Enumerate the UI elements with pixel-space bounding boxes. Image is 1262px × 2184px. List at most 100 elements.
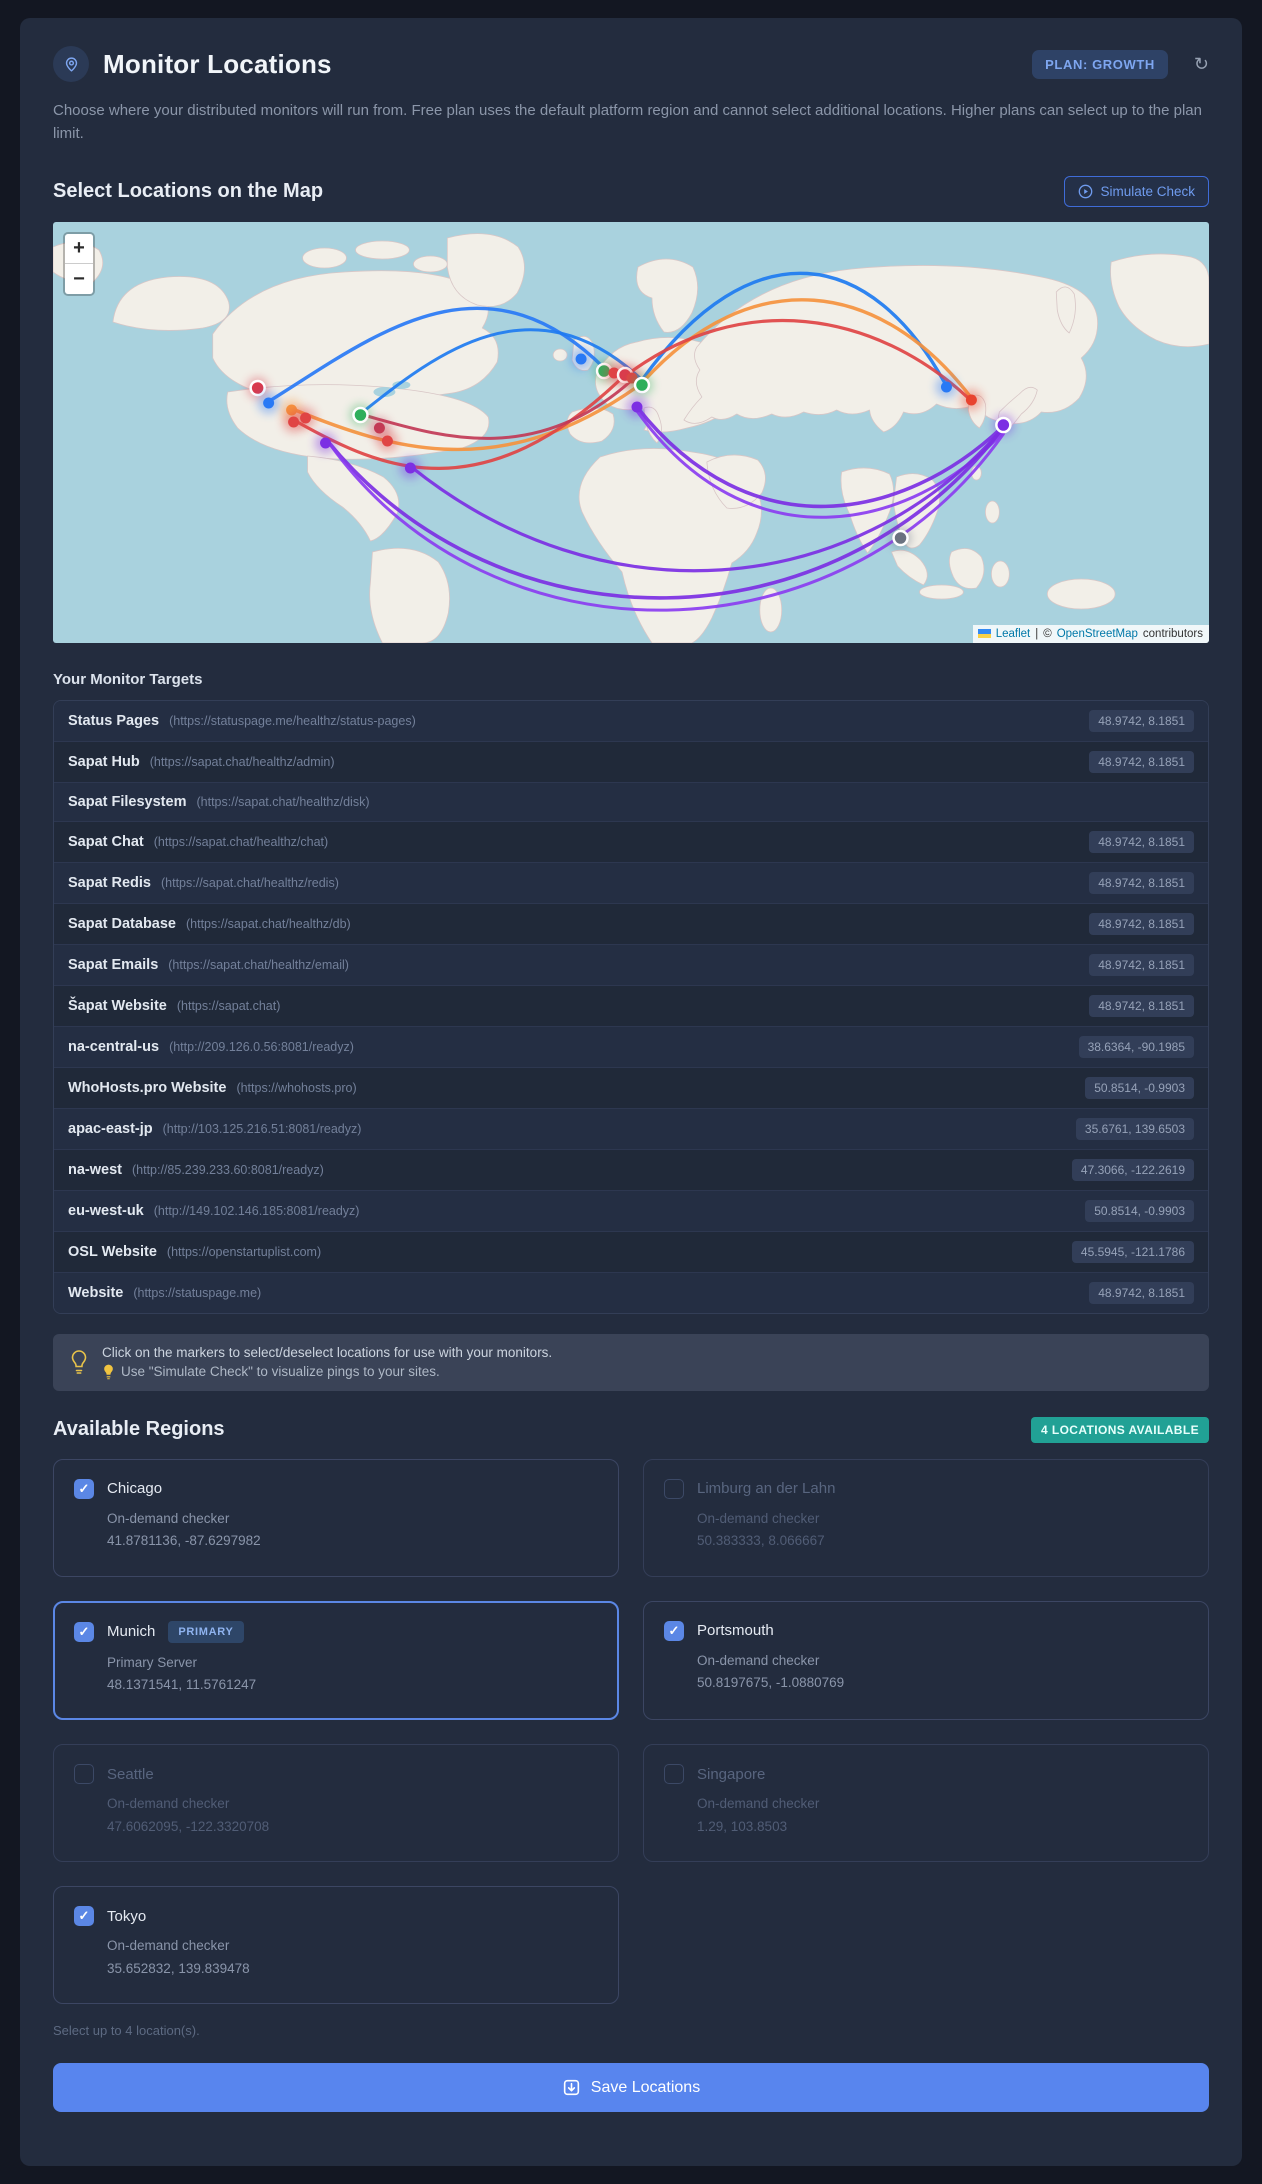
zoom-out-button[interactable]: − bbox=[65, 263, 93, 294]
region-name: Portsmouth bbox=[697, 1622, 774, 1639]
map-marker[interactable] bbox=[631, 401, 643, 412]
region-type: On-demand checker bbox=[697, 1796, 820, 1812]
target-url: (https://sapat.chat/healthz/email) bbox=[168, 957, 349, 972]
map-marker[interactable] bbox=[965, 394, 977, 405]
target-name: Sapat Filesystem bbox=[68, 793, 187, 810]
region-card[interactable]: Munich PRIMARY Primary Server 48.1371541… bbox=[53, 1600, 619, 1721]
targets-heading: Your Monitor Targets bbox=[53, 670, 203, 688]
region-card[interactable]: Seattle On-demand checker 47.6062095, -1… bbox=[53, 1744, 619, 1863]
target-coordinates-badge: 48.9742, 8.1851 bbox=[1089, 912, 1194, 935]
target-coordinates-badge: 48.9742, 8.1851 bbox=[1089, 953, 1194, 976]
target-url: (https://openstartuplist.com) bbox=[166, 1244, 322, 1259]
region-card[interactable]: Tokyo On-demand checker 35.652832, 139.8… bbox=[53, 1886, 619, 2005]
region-card[interactable]: Singapore On-demand checker 1.29, 103.85… bbox=[643, 1744, 1209, 1863]
table-row: na-west (http://85.239.233.60:8081/ready… bbox=[54, 1148, 1208, 1190]
region-coordinates: 48.1371541, 11.5761247 bbox=[107, 1677, 257, 1693]
target-name: Sapat Chat bbox=[68, 833, 144, 850]
region-coordinates: 35.652832, 139.839478 bbox=[107, 1961, 250, 1977]
map-marker[interactable] bbox=[575, 353, 587, 364]
target-url: (https://sapat.chat/healthz/admin) bbox=[149, 754, 335, 769]
save-locations-button[interactable]: Save Locations bbox=[53, 2063, 1209, 2113]
target-url: (http://149.102.146.185:8081/readyz) bbox=[153, 1203, 360, 1218]
map-marker[interactable] bbox=[381, 435, 393, 446]
lightbulb-icon bbox=[71, 1350, 87, 1374]
target-coordinates-badge: 35.6761, 139.6503 bbox=[1075, 1117, 1194, 1140]
target-coordinates-badge: 48.9742, 8.1851 bbox=[1089, 750, 1194, 773]
target-url: (https://sapat.chat/healthz/disk) bbox=[196, 794, 370, 809]
map-marker[interactable] bbox=[249, 379, 266, 396]
map-marker[interactable] bbox=[940, 381, 952, 392]
target-coordinates-badge: 45.5945, -121.1786 bbox=[1071, 1240, 1194, 1263]
region-card[interactable]: Chicago On-demand checker 41.8781136, -8… bbox=[53, 1458, 619, 1577]
target-coordinates-badge: 48.9742, 8.1851 bbox=[1089, 830, 1194, 853]
map-attribution: Leaflet | © OpenStreetMap contributors bbox=[972, 624, 1209, 643]
target-coordinates-badge: 48.9742, 8.1851 bbox=[1089, 709, 1194, 732]
region-checkbox[interactable] bbox=[664, 1764, 684, 1785]
map-marker[interactable] bbox=[633, 376, 651, 393]
target-name: Sapat Redis bbox=[68, 874, 151, 891]
table-row: Šapat Website (https://sapat.chat) 48.97… bbox=[54, 984, 1208, 1026]
map-marker[interactable] bbox=[300, 412, 312, 423]
target-coordinates-badge: 47.3066, -122.2619 bbox=[1071, 1158, 1194, 1181]
map-marker[interactable] bbox=[404, 462, 416, 473]
target-url: (https://sapat.chat/healthz/db) bbox=[186, 916, 351, 931]
region-type: On-demand checker bbox=[107, 1510, 230, 1526]
target-url: (https://whohosts.pro) bbox=[236, 1080, 357, 1095]
target-name: Sapat Database bbox=[68, 915, 176, 932]
target-name: WhoHosts.pro Website bbox=[68, 1079, 227, 1096]
map-zoom-control: + − bbox=[63, 231, 95, 296]
region-card[interactable]: Limburg an der Lahn On-demand checker 50… bbox=[643, 1458, 1209, 1577]
world-map[interactable]: + − Leaflet | © OpenStreetMap contributo… bbox=[53, 221, 1209, 643]
region-coordinates: 47.6062095, -122.3320708 bbox=[107, 1819, 270, 1835]
ukraine-flag-icon bbox=[977, 629, 991, 638]
target-coordinates-badge: 48.9742, 8.1851 bbox=[1089, 1281, 1194, 1304]
leaflet-link[interactable]: Leaflet bbox=[996, 628, 1031, 640]
region-checkbox[interactable] bbox=[664, 1620, 684, 1641]
region-type: On-demand checker bbox=[697, 1510, 820, 1526]
region-coordinates: 1.29, 103.8503 bbox=[697, 1819, 788, 1835]
target-url: (https://sapat.chat) bbox=[176, 998, 281, 1013]
play-circle-icon bbox=[1079, 184, 1093, 198]
refresh-icon[interactable]: ↻ bbox=[1194, 54, 1209, 75]
target-name: apac-east-jp bbox=[68, 1120, 153, 1137]
map-marker[interactable] bbox=[892, 529, 909, 546]
map-marker[interactable] bbox=[320, 437, 332, 448]
target-url: (https://statuspage.me/healthz/status-pa… bbox=[169, 713, 416, 728]
locations-available-badge: 4 LOCATIONS AVAILABLE bbox=[1031, 1416, 1209, 1443]
region-checkbox[interactable] bbox=[74, 1478, 94, 1499]
tip-line-1: Click on the markers to select/deselect … bbox=[102, 1344, 553, 1360]
map-marker[interactable] bbox=[352, 406, 369, 423]
table-row: Sapat Emails (https://sapat.chat/healthz… bbox=[54, 943, 1208, 985]
save-icon bbox=[563, 2080, 579, 2096]
table-row: Sapat Filesystem (https://sapat.chat/hea… bbox=[54, 781, 1208, 821]
table-row: Sapat Redis (https://sapat.chat/healthz/… bbox=[54, 861, 1208, 903]
target-coordinates-badge: 48.9742, 8.1851 bbox=[1089, 994, 1194, 1017]
region-type: On-demand checker bbox=[107, 1938, 230, 1954]
map-marker[interactable] bbox=[995, 416, 1012, 433]
targets-list: Status Pages (https://statuspage.me/heal… bbox=[53, 699, 1209, 1314]
region-name: Limburg an der Lahn bbox=[697, 1480, 836, 1497]
region-name: Singapore bbox=[697, 1765, 766, 1783]
target-name: eu-west-uk bbox=[68, 1202, 144, 1219]
simulate-check-button[interactable]: Simulate Check bbox=[1064, 175, 1209, 207]
region-checkbox[interactable] bbox=[74, 1764, 94, 1785]
table-row: Status Pages (https://statuspage.me/heal… bbox=[54, 700, 1208, 741]
target-url: (https://sapat.chat/healthz/redis) bbox=[161, 875, 339, 890]
region-checkbox[interactable] bbox=[74, 1621, 94, 1642]
region-name: Chicago bbox=[107, 1480, 163, 1497]
target-name: Website bbox=[68, 1284, 124, 1301]
region-name: Munich bbox=[107, 1623, 156, 1640]
target-name: na-west bbox=[68, 1161, 122, 1178]
selection-limit-note: Select up to 4 location(s). bbox=[53, 2023, 200, 2039]
region-coordinates: 50.8197675, -1.0880769 bbox=[697, 1675, 845, 1691]
map-marker[interactable] bbox=[263, 397, 275, 408]
region-card[interactable]: Portsmouth On-demand checker 50.8197675,… bbox=[643, 1600, 1209, 1721]
region-checkbox[interactable] bbox=[74, 1906, 94, 1927]
table-row: Sapat Chat (https://sapat.chat/healthz/c… bbox=[54, 820, 1208, 862]
zoom-in-button[interactable]: + bbox=[65, 233, 93, 264]
region-type: On-demand checker bbox=[107, 1796, 230, 1812]
openstreetmap-link[interactable]: OpenStreetMap bbox=[1057, 628, 1138, 640]
region-checkbox[interactable] bbox=[664, 1478, 684, 1499]
target-coordinates-badge: 38.6364, -90.1985 bbox=[1078, 1035, 1194, 1058]
target-name: Šapat Website bbox=[68, 997, 167, 1014]
